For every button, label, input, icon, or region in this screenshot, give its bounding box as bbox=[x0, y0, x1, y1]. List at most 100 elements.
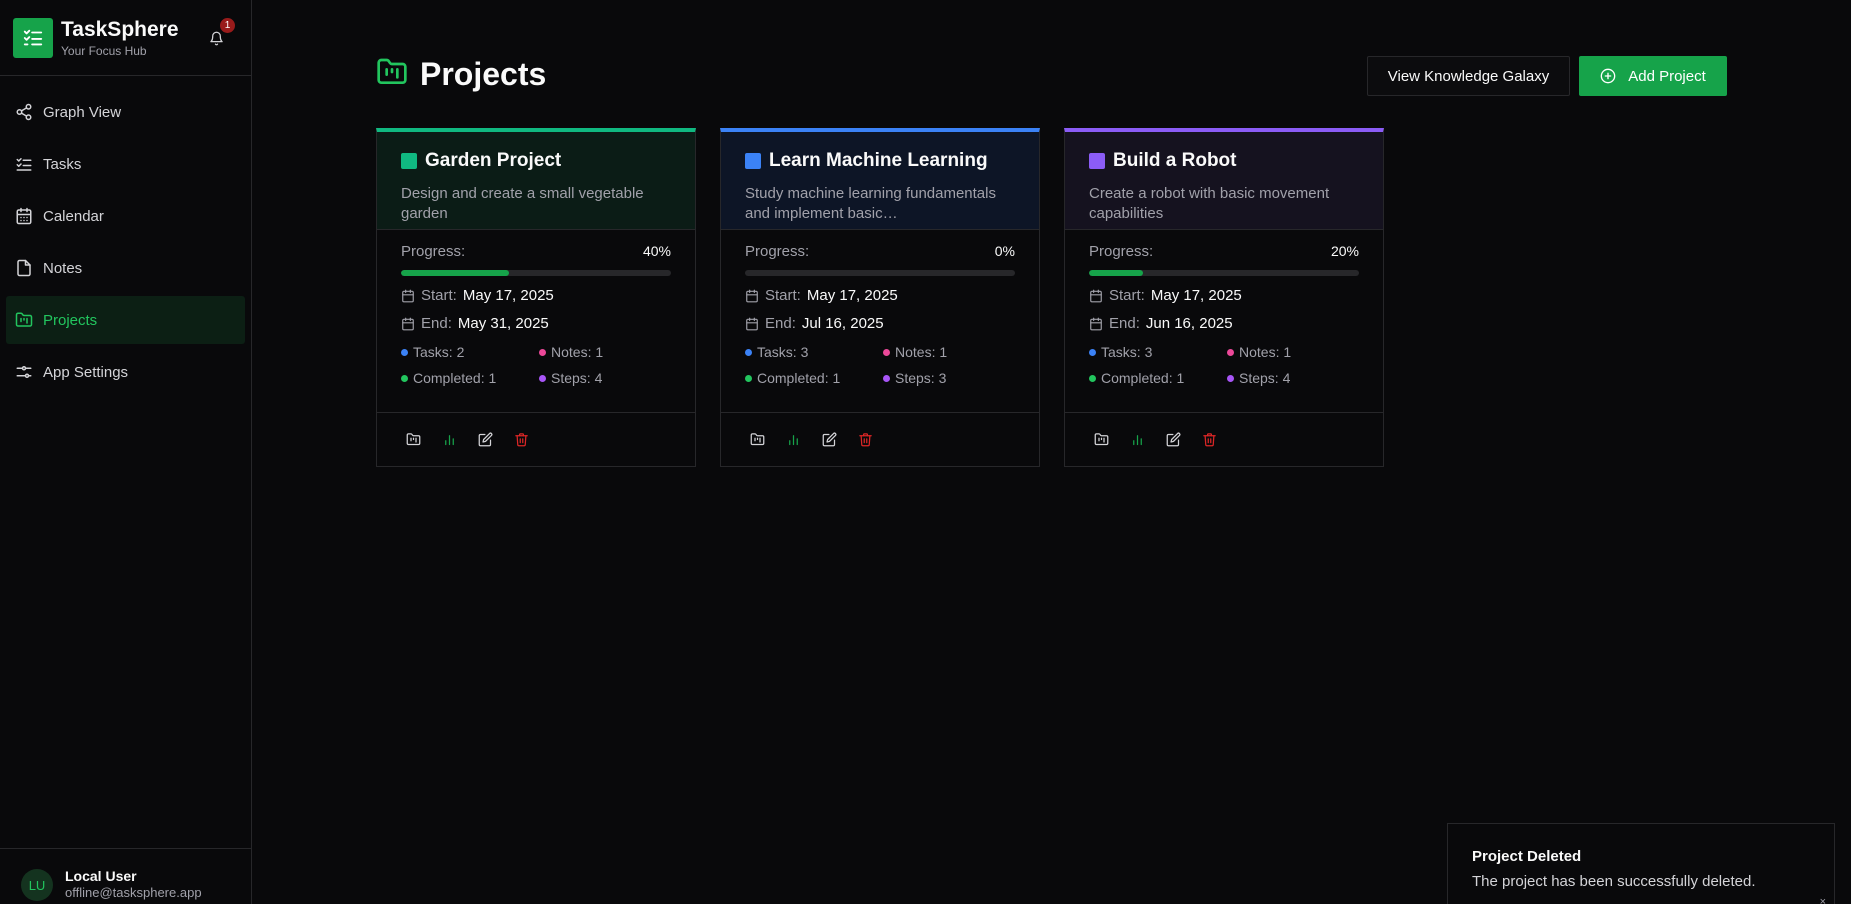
status-dot bbox=[745, 374, 752, 382]
stat-notes-label: Notes: 1 bbox=[895, 344, 948, 360]
calendar-icon bbox=[1089, 317, 1103, 331]
sidebar-item-tasks[interactable]: Tasks bbox=[6, 140, 245, 188]
calendar-icon bbox=[401, 317, 415, 331]
sidebar-item-label: Graph View bbox=[43, 103, 122, 121]
app-logo-icon[interactable] bbox=[13, 17, 53, 58]
project-card-header: Garden Project Design and create a small… bbox=[377, 132, 695, 229]
end-label: End: bbox=[421, 315, 452, 332]
trash-icon[interactable] bbox=[1201, 432, 1217, 448]
project-actions bbox=[1065, 412, 1383, 466]
stat-steps: Steps: 4 bbox=[1227, 370, 1365, 386]
stat-notes-label: Notes: 1 bbox=[551, 344, 604, 360]
toast-title: Project Deleted bbox=[1472, 848, 1582, 865]
open-folder-icon[interactable] bbox=[1093, 432, 1109, 448]
calendar-icon bbox=[745, 317, 759, 331]
sidebar-item-app-settings[interactable]: App Settings bbox=[6, 348, 245, 396]
stat-notes: Notes: 1 bbox=[1227, 344, 1365, 360]
project-color-swatch bbox=[745, 153, 761, 169]
bar-chart-icon[interactable] bbox=[785, 432, 801, 448]
progress-bar bbox=[745, 270, 1015, 276]
project-card-body: Progress: 20% Start: May 17, 2025 End: J… bbox=[1065, 229, 1383, 411]
sidebar-item-graph-view[interactable]: Graph View bbox=[6, 88, 245, 136]
page-title: Projects bbox=[420, 56, 547, 92]
sidebar-item-calendar[interactable]: Calendar bbox=[6, 192, 245, 240]
progress-label: Progress: bbox=[745, 243, 810, 260]
project-description: Create a robot with basic movement capab… bbox=[1089, 185, 1330, 222]
edit-icon[interactable] bbox=[821, 432, 837, 448]
status-dot bbox=[1089, 348, 1096, 356]
file-icon bbox=[14, 258, 34, 278]
calendar-icon bbox=[1089, 289, 1103, 303]
user-name: Local User bbox=[65, 868, 137, 884]
project-card-body: Progress: 0% Start: May 17, 2025 End: Ju… bbox=[721, 229, 1039, 411]
stat-completed-label: Completed: 1 bbox=[1101, 370, 1185, 386]
start-date: May 17, 2025 bbox=[806, 287, 898, 304]
bar-chart-icon[interactable] bbox=[441, 432, 457, 448]
status-dot bbox=[1227, 374, 1234, 382]
main-content: Projects View Knowledge Galaxy Add Proje… bbox=[252, 0, 1851, 904]
trash-icon[interactable] bbox=[857, 432, 873, 448]
stat-steps-label: Steps: 4 bbox=[551, 370, 603, 386]
sidebar-item-label: Projects bbox=[43, 311, 98, 329]
end-date-row: End: Jun 16, 2025 bbox=[1089, 315, 1359, 332]
end-label: End: bbox=[765, 315, 796, 332]
project-card[interactable]: Learn Machine Learning Study machine lea… bbox=[720, 128, 1040, 467]
stat-steps: Steps: 3 bbox=[883, 370, 1021, 386]
toast-notification: Project Deleted The project has been suc… bbox=[1447, 823, 1835, 904]
sidebar-item-notes[interactable]: Notes bbox=[6, 244, 245, 292]
end-label: End: bbox=[1109, 315, 1140, 332]
status-dot bbox=[1227, 348, 1234, 356]
view-knowledge-galaxy-button[interactable]: View Knowledge Galaxy bbox=[1367, 56, 1570, 96]
project-stats: Tasks: 3 Notes: 1 Completed: 1 Steps: 3 bbox=[745, 344, 1015, 386]
app-title: TaskSphere bbox=[61, 17, 179, 41]
start-date-row: Start: May 17, 2025 bbox=[401, 287, 671, 304]
user-profile[interactable]: LU Local User offline@tasksphere.app bbox=[0, 848, 252, 904]
project-card[interactable]: Garden Project Design and create a small… bbox=[376, 128, 696, 467]
project-color-swatch bbox=[401, 153, 417, 169]
project-actions bbox=[721, 412, 1039, 466]
edit-icon[interactable] bbox=[1165, 432, 1181, 448]
stat-steps: Steps: 4 bbox=[539, 370, 677, 386]
stat-tasks-label: Tasks: 3 bbox=[1101, 344, 1153, 360]
add-project-label: Add Project bbox=[1628, 67, 1706, 85]
edit-icon[interactable] bbox=[477, 432, 493, 448]
status-dot bbox=[1089, 374, 1096, 382]
status-dot bbox=[539, 348, 546, 356]
stat-notes-label: Notes: 1 bbox=[1239, 344, 1292, 360]
open-folder-icon[interactable] bbox=[749, 432, 765, 448]
project-card[interactable]: Build a Robot Create a robot with basic … bbox=[1064, 128, 1384, 467]
start-label: Start: bbox=[421, 287, 457, 304]
status-dot bbox=[401, 348, 408, 356]
stat-completed: Completed: 1 bbox=[745, 370, 883, 386]
start-date-row: Start: May 17, 2025 bbox=[1089, 287, 1359, 304]
progress-label: Progress: bbox=[1089, 243, 1154, 260]
sidebar-item-projects[interactable]: Projects bbox=[6, 296, 245, 344]
stat-tasks-label: Tasks: 3 bbox=[757, 344, 809, 360]
sidebar-nav: Graph View Tasks Calendar Notes Projects… bbox=[0, 76, 251, 412]
start-date: May 17, 2025 bbox=[462, 287, 554, 304]
close-icon[interactable]: × bbox=[1820, 896, 1826, 904]
stat-steps-label: Steps: 4 bbox=[1239, 370, 1291, 386]
folder-kanban-icon bbox=[376, 56, 408, 93]
trash-icon[interactable] bbox=[513, 432, 529, 448]
brand-header: TaskSphere Your Focus Hub 1 bbox=[0, 0, 251, 76]
stat-steps-label: Steps: 3 bbox=[895, 370, 947, 386]
page-header: Projects bbox=[376, 56, 546, 93]
add-project-button[interactable]: Add Project bbox=[1579, 56, 1727, 96]
share-graph-icon bbox=[14, 102, 34, 122]
stat-completed: Completed: 1 bbox=[401, 370, 539, 386]
start-label: Start: bbox=[765, 287, 801, 304]
stat-completed-label: Completed: 1 bbox=[413, 370, 497, 386]
sidebar-item-label: Notes bbox=[43, 259, 83, 277]
project-stats: Tasks: 3 Notes: 1 Completed: 1 Steps: 4 bbox=[1089, 344, 1359, 386]
progress-bar bbox=[1089, 270, 1359, 276]
start-date-row: Start: May 17, 2025 bbox=[745, 287, 1015, 304]
project-color-swatch bbox=[1089, 153, 1105, 169]
project-card-header: Learn Machine Learning Study machine lea… bbox=[721, 132, 1039, 229]
bar-chart-icon[interactable] bbox=[1129, 432, 1145, 448]
start-label: Start: bbox=[1109, 287, 1145, 304]
progress-value: 20% bbox=[1330, 243, 1359, 259]
progress-fill bbox=[1089, 270, 1143, 276]
open-folder-icon[interactable] bbox=[405, 432, 421, 448]
folder-kanban-icon bbox=[14, 310, 34, 330]
